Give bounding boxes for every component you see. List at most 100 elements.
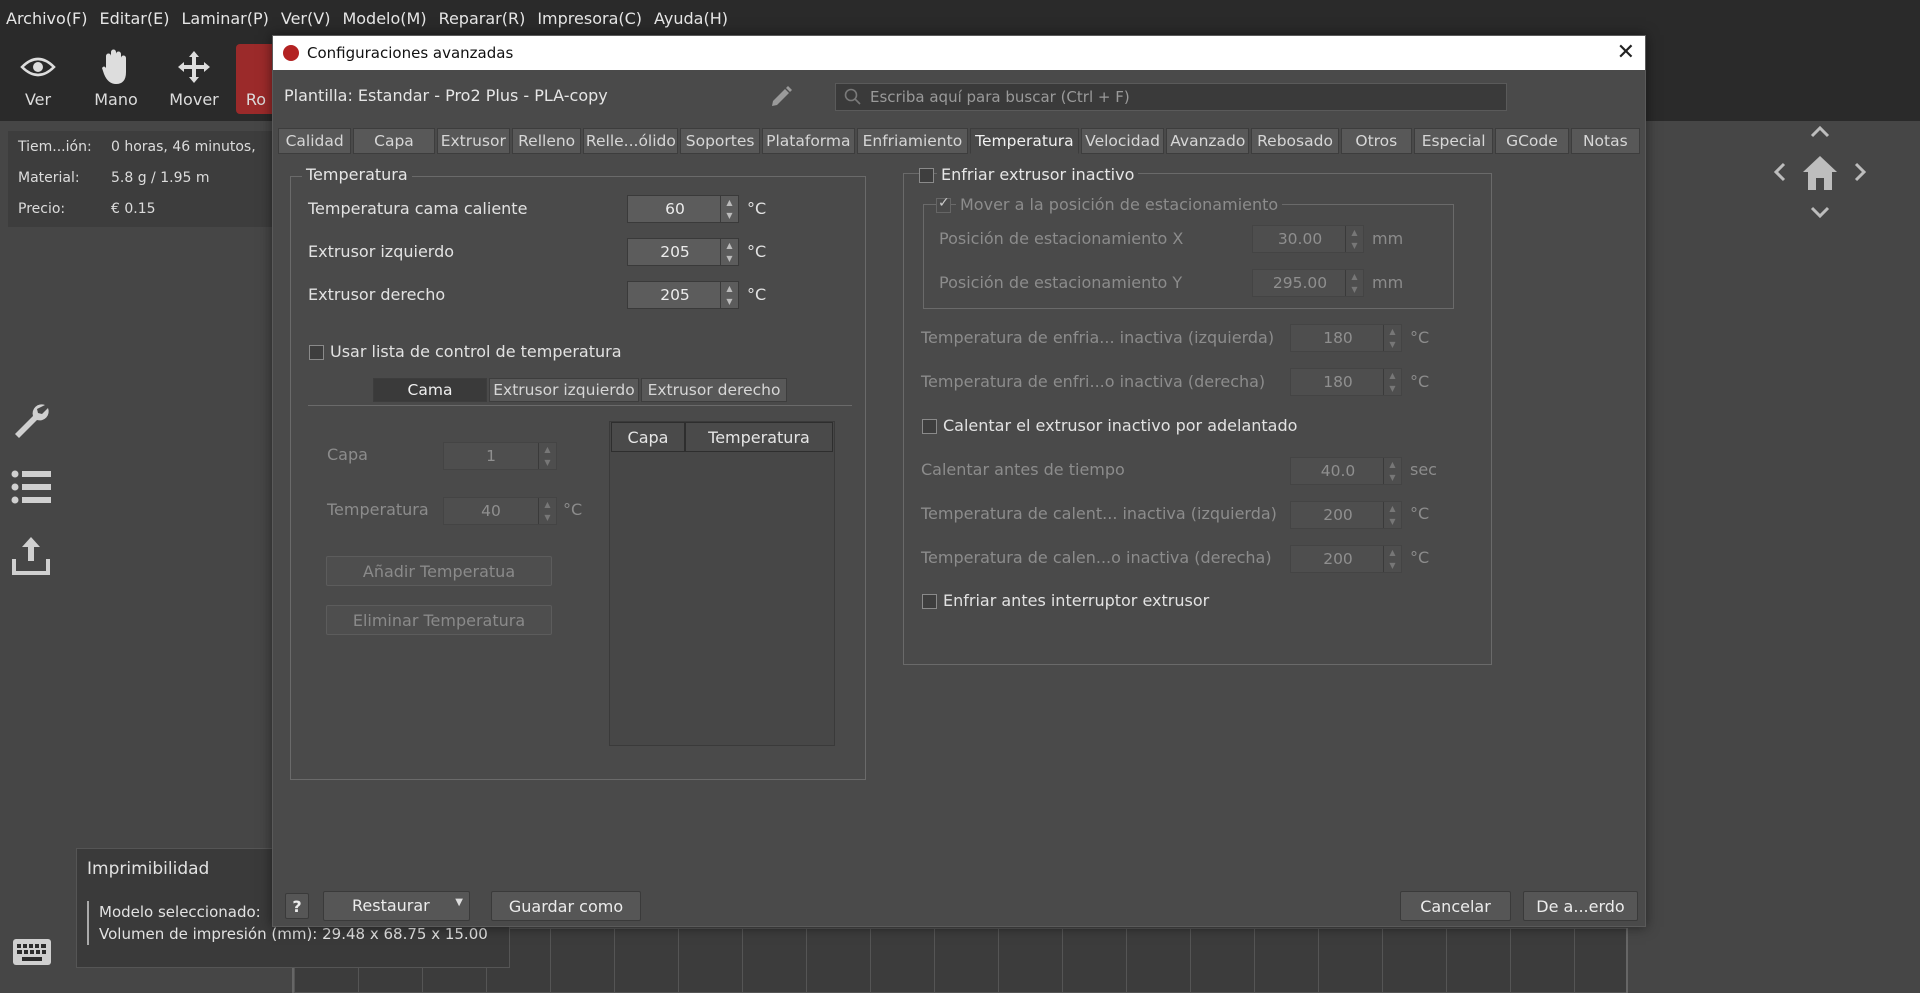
tab-plataforma[interactable]: Plataforma: [761, 128, 855, 154]
layer-spinbox[interactable]: 1 ▲ ▼: [443, 442, 557, 470]
cool-left-temp-spinbox[interactable]: 180 ▲ ▼: [1290, 324, 1402, 352]
wrench-icon[interactable]: [8, 385, 54, 453]
tab-relleno[interactable]: Relleno: [511, 128, 582, 154]
spin-arrows-icon[interactable]: ▲ ▼: [720, 196, 738, 222]
bed-temp-value: 60: [665, 200, 685, 218]
tab-enfriamiento[interactable]: Enfriamiento: [856, 128, 968, 154]
remove-temperature-button[interactable]: Eliminar Temperatura: [326, 605, 552, 635]
restore-button[interactable]: Restaurar ▼: [323, 891, 470, 921]
heat-right-temp-spinbox[interactable]: 200 ▲ ▼: [1290, 545, 1402, 573]
tab-relleno-solido[interactable]: Relle...ólido: [583, 128, 679, 154]
cool-inactive-checkbox[interactable]: [919, 168, 934, 183]
dropdown-arrow-icon[interactable]: ▼: [455, 897, 463, 908]
column-header-temperatura[interactable]: Temperatura: [685, 422, 833, 452]
spin-arrows-icon[interactable]: ▲ ▼: [1383, 458, 1401, 484]
menu-laminar[interactable]: Laminar(P): [181, 9, 268, 28]
keyboard-icon[interactable]: [12, 938, 52, 966]
menu-impresora[interactable]: Impresora(C): [537, 9, 642, 28]
tab-avanzado[interactable]: Avanzado: [1166, 128, 1250, 154]
use-temp-list-checkbox[interactable]: [309, 345, 324, 360]
spin-arrows-icon[interactable]: ▲ ▼: [538, 498, 556, 524]
spin-arrows-icon[interactable]: ▲ ▼: [1383, 502, 1401, 528]
camera-navigation: [1770, 122, 1870, 222]
spin-arrows-icon[interactable]: ▲ ▼: [1383, 369, 1401, 395]
tab-rebosado[interactable]: Rebosado: [1251, 128, 1339, 154]
spin-arrows-icon[interactable]: ▲ ▼: [720, 239, 738, 265]
arrow-right-icon[interactable]: [1854, 162, 1867, 182]
spin-arrows-icon[interactable]: ▲ ▼: [720, 282, 738, 308]
tab-velocidad[interactable]: Velocidad: [1080, 128, 1165, 154]
preheat-checkbox[interactable]: [922, 419, 937, 434]
menu-ayuda[interactable]: Ayuda(H): [654, 9, 728, 28]
subtab-extrusor-derecho[interactable]: Extrusor derecho: [641, 378, 787, 402]
tab-especial[interactable]: Especial: [1414, 128, 1494, 154]
heat-left-temp-spinbox[interactable]: 200 ▲ ▼: [1290, 501, 1402, 529]
menu-ver[interactable]: Ver(V): [281, 9, 331, 28]
cancel-button[interactable]: Cancelar: [1400, 891, 1511, 921]
tab-calidad[interactable]: Calidad: [278, 128, 352, 154]
cool-before-switch-checkbox[interactable]: [922, 594, 937, 609]
park-x-unit: mm: [1372, 229, 1404, 248]
tab-temperatura[interactable]: Temperatura: [969, 128, 1079, 154]
park-x-spinbox[interactable]: 30.00 ▲ ▼: [1252, 225, 1364, 253]
cool-right-temp-spinbox[interactable]: 180 ▲ ▼: [1290, 368, 1402, 396]
rotate-tool[interactable]: Ro: [236, 44, 276, 114]
bed-temp-spinbox[interactable]: 60 ▲ ▼: [627, 195, 739, 223]
close-icon[interactable]: ✕: [1617, 40, 1635, 65]
tab-capa[interactable]: Capa: [353, 128, 435, 154]
spin-arrows-icon[interactable]: ▲ ▼: [1345, 226, 1363, 252]
left-extruder-unit: °C: [747, 242, 767, 261]
export-icon[interactable]: [8, 521, 54, 589]
pencil-icon[interactable]: [768, 84, 794, 110]
arrow-down-icon[interactable]: [1810, 206, 1830, 219]
park-y-spinbox[interactable]: 295.00 ▲ ▼: [1252, 269, 1364, 297]
arrow-left-icon[interactable]: [1773, 162, 1786, 182]
bed-temp-label: Temperatura cama caliente: [308, 199, 528, 218]
ok-button[interactable]: De a...erdo: [1523, 891, 1638, 921]
temperature-list-table[interactable]: Capa Temperatura: [609, 421, 835, 746]
slice-info-panel: Tiem...ión: 0 horas, 46 minutos, Material…: [8, 131, 278, 227]
menu-editar[interactable]: Editar(E): [100, 9, 170, 28]
spin-arrows-icon[interactable]: ▲ ▼: [1345, 270, 1363, 296]
tab-notas[interactable]: Notas: [1570, 128, 1640, 154]
right-extruder-spinbox[interactable]: 205 ▲ ▼: [627, 281, 739, 309]
tab-otros[interactable]: Otros: [1340, 128, 1412, 154]
park-position-checkbox[interactable]: [936, 195, 951, 213]
preheat-time-spinbox[interactable]: 40.0 ▲ ▼: [1290, 457, 1402, 485]
restore-button-label: Restaurar: [352, 896, 430, 915]
use-temp-list-label: Usar lista de control de temperatura: [330, 342, 622, 361]
menu-reparar[interactable]: Reparar(R): [439, 9, 526, 28]
search-input[interactable]: Escriba aquí para buscar (Ctrl + F): [835, 83, 1507, 111]
view-tool[interactable]: Ver: [5, 44, 71, 114]
tab-extrusor[interactable]: Extrusor: [436, 128, 510, 154]
list-icon[interactable]: [8, 453, 54, 521]
home-icon[interactable]: [1803, 156, 1837, 190]
side-toolbar: [8, 385, 54, 589]
subtab-cama[interactable]: Cama: [373, 378, 487, 402]
cool-right-temp-value: 180: [1323, 373, 1353, 391]
menu-bar: Archivo(F) Editar(E) Laminar(P) Ver(V) M…: [0, 0, 1920, 36]
menu-archivo[interactable]: Archivo(F): [6, 9, 88, 28]
dialog-titlebar: Configuraciones avanzadas ✕: [273, 36, 1645, 70]
tab-gcode[interactable]: GCode: [1495, 128, 1569, 154]
help-button[interactable]: ?: [285, 893, 309, 919]
subtab-extrusor-izquierdo[interactable]: Extrusor izquierdo: [489, 378, 639, 402]
left-extruder-spinbox[interactable]: 205 ▲ ▼: [627, 238, 739, 266]
spin-arrows-icon[interactable]: ▲ ▼: [1383, 325, 1401, 351]
arrow-up-icon[interactable]: [1810, 125, 1830, 138]
price-label: Precio:: [18, 200, 66, 217]
app-logo-icon: [283, 45, 299, 61]
menu-modelo[interactable]: Modelo(M): [342, 9, 426, 28]
hand-tool[interactable]: Mano: [83, 44, 149, 114]
price-value: € 0.15: [111, 200, 156, 217]
right-extruder-label: Extrusor derecho: [308, 285, 446, 304]
tab-soportes[interactable]: Soportes: [680, 128, 760, 154]
spin-arrows-icon[interactable]: ▲ ▼: [1383, 546, 1401, 572]
spin-arrows-icon[interactable]: ▲ ▼: [538, 443, 556, 469]
column-header-capa[interactable]: Capa: [611, 422, 685, 452]
temperature-entry-spinbox[interactable]: 40 ▲ ▼: [443, 497, 557, 525]
move-tool[interactable]: Mover: [161, 44, 227, 114]
save-as-button[interactable]: Guardar como: [491, 891, 641, 921]
cool-inactive-label: Enfriar extrusor inactivo: [937, 165, 1139, 184]
add-temperature-button[interactable]: Añadir Temperatua: [326, 556, 552, 586]
